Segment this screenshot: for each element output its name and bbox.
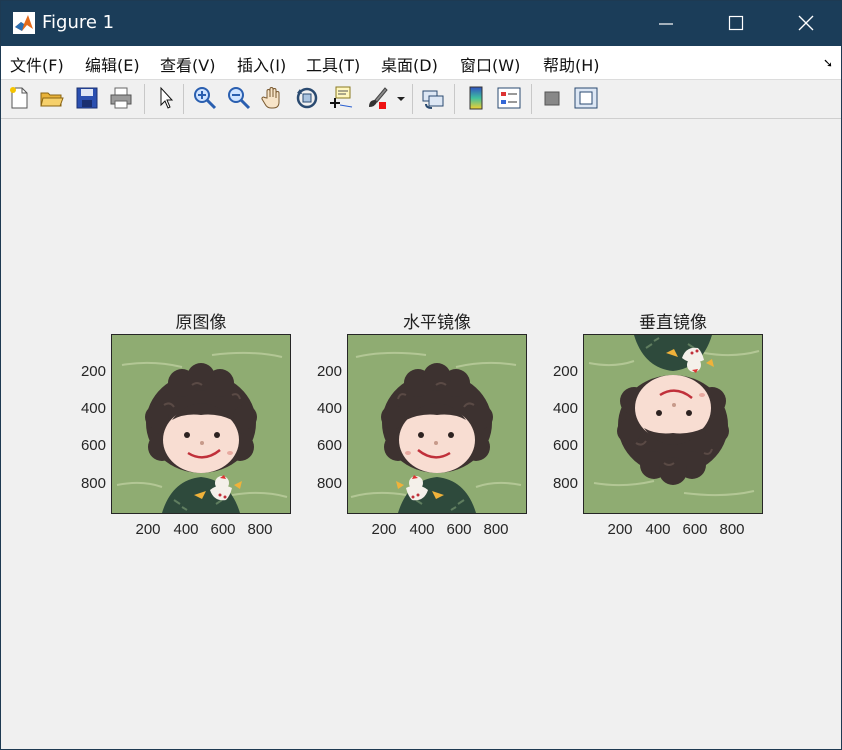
menu-desktop[interactable]: 桌面(D) [381,52,438,76]
xtick-label: 800 [247,521,273,538]
maximize-button[interactable] [701,1,771,46]
subplot-title-original: 原图像 [175,313,227,333]
close-button[interactable] [771,1,841,46]
figure-toolbar [1,80,841,119]
axes-horizontal-mirror[interactable] [347,334,527,514]
print-icon[interactable] [108,85,134,111]
zoom-in-icon[interactable] [192,85,218,111]
ytick-label: 800 [552,475,578,492]
dock-figure-icon[interactable]: ➘ [823,56,833,70]
xtick-label: 800 [719,521,745,538]
image-original [112,335,290,513]
brush-icon[interactable] [363,85,389,111]
menu-bar: 文件(F) 编辑(E) 查看(V) 插入(I) 工具(T) 桌面(D) 窗口(W… [1,46,841,80]
subplot-title-horizontal: 水平镜像 [403,313,471,333]
toolbar-separator [454,84,455,114]
new-figure-icon[interactable] [6,85,32,111]
image-horizontal-mirror [348,335,526,513]
ytick-label: 200 [552,363,578,380]
menu-tools[interactable]: 工具(T) [306,52,360,76]
maximize-icon [728,15,744,31]
xtick-label: 400 [409,521,435,538]
ytick-label: 200 [80,363,106,380]
window-title: Figure 1 [42,12,115,33]
open-file-icon[interactable] [39,85,65,111]
xtick-label: 400 [173,521,199,538]
data-cursor-icon[interactable] [328,85,354,111]
title-bar[interactable]: Figure 1 [1,1,841,46]
toolbar-separator [412,84,413,114]
xtick-label: 200 [607,521,633,538]
show-plot-tools-icon[interactable] [573,85,599,111]
subplot-title-vertical: 垂直镜像 [639,313,707,333]
xtick-label: 200 [135,521,161,538]
toolbar-separator [144,84,145,114]
minimize-button[interactable] [631,1,701,46]
xtick-label: 200 [371,521,397,538]
pointer-icon[interactable] [153,85,179,111]
hide-plot-tools-icon[interactable] [539,85,565,111]
figure-window: Figure 1 文件(F) 编辑(E) 查看(V) 插入(I) 工具(T) 桌… [0,0,842,750]
image-vertical-mirror [584,335,762,513]
close-icon [798,15,814,31]
ytick-label: 400 [316,400,342,417]
zoom-out-icon[interactable] [226,85,252,111]
ytick-label: 200 [316,363,342,380]
rotate-3d-icon[interactable] [294,85,320,111]
menu-help[interactable]: 帮助(H) [543,52,600,76]
menu-window[interactable]: 窗口(W) [460,52,520,76]
figure-canvas: 原图像 200 400 600 800 200 400 600 800 水平镜像… [1,119,841,749]
ytick-label: 800 [316,475,342,492]
axes-vertical-mirror[interactable] [583,334,763,514]
ytick-label: 600 [552,437,578,454]
ytick-label: 600 [80,437,106,454]
xtick-label: 400 [645,521,671,538]
menu-view[interactable]: 查看(V) [160,52,215,76]
minimize-icon [659,23,673,25]
xtick-label: 600 [446,521,472,538]
toolbar-separator [531,84,532,114]
menu-edit[interactable]: 编辑(E) [85,52,140,76]
toolbar-separator [183,84,184,114]
ytick-label: 400 [552,400,578,417]
menu-file[interactable]: 文件(F) [10,52,64,76]
xtick-label: 600 [682,521,708,538]
axes-original[interactable] [111,334,291,514]
ytick-label: 400 [80,400,106,417]
matlab-logo-icon [13,12,35,34]
xtick-label: 600 [210,521,236,538]
menu-insert[interactable]: 插入(I) [237,52,286,76]
legend-icon[interactable] [496,85,522,111]
link-plot-icon[interactable] [420,85,446,111]
brush-dropdown-icon[interactable] [395,85,407,111]
ytick-label: 600 [316,437,342,454]
pan-icon[interactable] [260,85,286,111]
ytick-label: 800 [80,475,106,492]
xtick-label: 800 [483,521,509,538]
save-icon[interactable] [74,85,100,111]
colorbar-icon[interactable] [463,85,489,111]
